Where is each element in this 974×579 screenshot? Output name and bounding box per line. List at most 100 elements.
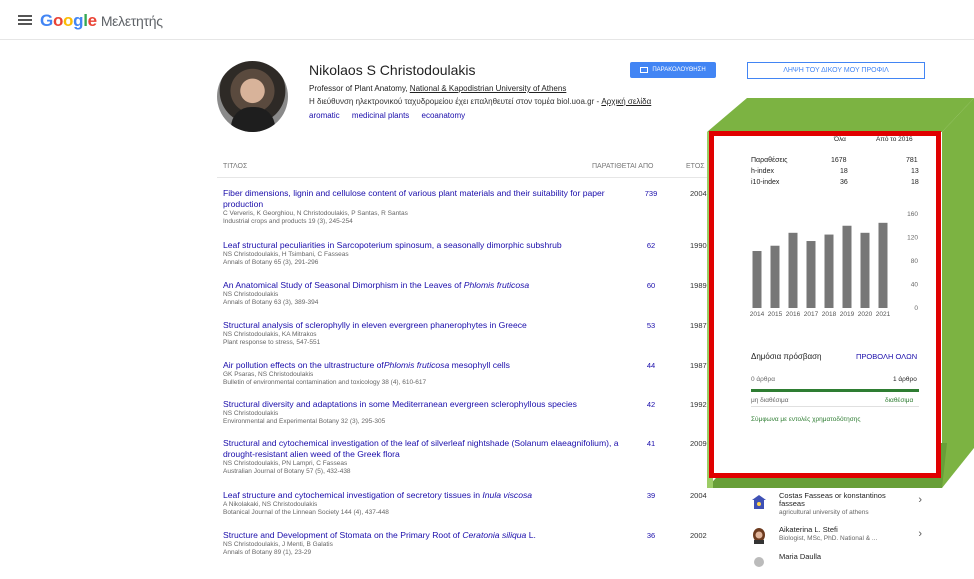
cited-by-count[interactable]: 53 bbox=[640, 321, 662, 330]
profile-name: Nikolaos S Christodoulakis bbox=[309, 62, 476, 78]
coauthor-name[interactable]: Costas Fasseas or konstantinos fasseas bbox=[779, 492, 899, 508]
publication-row: Structural and cytochemical investigatio… bbox=[223, 438, 633, 476]
access-progress-bar bbox=[751, 389, 919, 392]
publication-title-link[interactable]: Fiber dimensions, lignin and cellulose c… bbox=[223, 188, 633, 210]
stat-label[interactable]: i10-index bbox=[751, 179, 779, 186]
cited-by-count[interactable]: 62 bbox=[640, 241, 662, 250]
homepage-link[interactable]: Αρχική σελίδα bbox=[601, 97, 651, 106]
stat-label[interactable]: h-index bbox=[751, 168, 774, 175]
publication-authors: NS Christodoulakis, KA Mitrakos bbox=[223, 331, 317, 338]
cited-by-count[interactable]: 36 bbox=[640, 531, 662, 540]
tag-link[interactable]: medicinal plants bbox=[352, 111, 409, 120]
publication-title-link[interactable]: Structural and cytochemical investigatio… bbox=[223, 438, 633, 460]
publication-title-link[interactable]: Air pollution effects on the ultrastruct… bbox=[223, 360, 633, 371]
affiliation-link[interactable]: National & Kapodistrian University of At… bbox=[410, 84, 567, 93]
publication-authors: NS Christodoulakis, PN Lampri, C Fasseas bbox=[223, 460, 348, 467]
get-my-profile-button[interactable]: ΛΗΨΗ ΤΟΥ ΔΙΚΟΥ ΜΟΥ ΠΡΟΦΙΛ bbox=[747, 62, 925, 79]
x-tick-label: 2014 bbox=[750, 311, 765, 318]
publication-title-link[interactable]: Structural analysis of sclerophylly in e… bbox=[223, 320, 633, 331]
chart-bar[interactable] bbox=[878, 222, 888, 308]
y-tick-label: 80 bbox=[911, 258, 919, 265]
publication-journal: Annals of Botany 89 (1), 23-29 bbox=[223, 549, 312, 556]
cited-by-count[interactable]: 39 bbox=[640, 491, 662, 500]
publication-authors: NS Christodoulakis, J Menti, B Galatis bbox=[223, 541, 333, 548]
publication-year: 1990 bbox=[690, 241, 707, 250]
cited-by-count[interactable]: 739 bbox=[640, 189, 662, 198]
y-tick-label: 40 bbox=[911, 282, 919, 289]
citations-bar-chart: 2014 2015 2016 2017 2018 2019 2020 2021 160 120 80… bbox=[750, 211, 919, 318]
coauthor-name[interactable]: Maria Daulla bbox=[779, 553, 821, 561]
chevron-right-icon[interactable]: › bbox=[918, 528, 922, 540]
publication-year: 2002 bbox=[690, 531, 707, 540]
stat-value: 36 bbox=[840, 179, 848, 186]
hamburger-menu-icon[interactable] bbox=[18, 15, 32, 25]
x-tick-label: 2016 bbox=[786, 311, 801, 318]
column-header-cited[interactable]: ΠΑΡΑΤΙΘΕΤΑΙ ΑΠΟ bbox=[592, 163, 653, 170]
stat-value: 1678 bbox=[831, 157, 847, 164]
publication-year: 1989 bbox=[690, 281, 707, 290]
google-scholar-logo[interactable]: Google Μελετητής bbox=[40, 11, 163, 31]
coauthor-name[interactable]: Aikaterina L. Stefi bbox=[779, 526, 838, 534]
publication-row: Structural diversity and adaptations in … bbox=[223, 399, 633, 426]
publication-authors: C Ververis, K Georghiou, N Christodoulak… bbox=[223, 210, 408, 217]
publication-title-link[interactable]: Leaf structure and cytochemical investig… bbox=[223, 490, 633, 501]
public-access-title: Δημόσια πρόσβαση bbox=[751, 352, 822, 361]
coauthor-item[interactable]: Maria Daulla bbox=[752, 553, 922, 579]
view-all-link[interactable]: ΠΡΟΒΟΛΗ ΟΛΩΝ bbox=[856, 352, 917, 361]
cited-by-count[interactable]: 41 bbox=[640, 439, 662, 448]
x-tick-label: 2019 bbox=[840, 311, 855, 318]
publication-journal: Australian Journal of Botany 57 (5), 432… bbox=[223, 468, 351, 475]
y-tick-label: 120 bbox=[907, 235, 918, 242]
column-header-year[interactable]: ΕΤΟΣ bbox=[686, 163, 705, 170]
unavailable-count: 0 άρθρα bbox=[751, 376, 775, 383]
chevron-right-icon[interactable]: › bbox=[918, 494, 922, 506]
chart-bar[interactable] bbox=[806, 241, 816, 308]
publication-journal: Environmental and Experimental Botany 32… bbox=[223, 418, 386, 425]
chart-bar[interactable] bbox=[860, 232, 870, 308]
chart-bar[interactable] bbox=[752, 251, 762, 308]
stat-value: 13 bbox=[911, 168, 919, 175]
publication-year: 1992 bbox=[690, 400, 707, 409]
column-header-title[interactable]: ΤΙΤΛΟΣ bbox=[223, 163, 247, 170]
x-tick-label: 2020 bbox=[858, 311, 873, 318]
publication-year: 2009 bbox=[690, 439, 707, 448]
stat-value: 18 bbox=[911, 179, 919, 186]
profile-affiliation: Professor of Plant Anatomy, National & K… bbox=[309, 84, 567, 93]
publication-journal: Annals of Botany 65 (3), 291-296 bbox=[223, 259, 319, 266]
chart-bar[interactable] bbox=[824, 234, 834, 308]
cited-by-count[interactable]: 60 bbox=[640, 281, 662, 290]
top-bar: Google Μελετητής bbox=[0, 0, 974, 40]
publication-title-link[interactable]: Leaf structural peculiarities in Sarcopo… bbox=[223, 240, 633, 251]
cited-by-count[interactable]: 44 bbox=[640, 361, 662, 370]
unavailable-label[interactable]: μη διαθέσιμα bbox=[751, 397, 788, 404]
publication-title-link[interactable]: Structural diversity and adaptations in … bbox=[223, 399, 633, 410]
profile-email: Η διεύθυνση ηλεκτρονικού ταχυδρομείου έχ… bbox=[309, 97, 652, 106]
follow-button[interactable]: ΠΑΡΑΚΟΛΟΥΘΗΣΗ bbox=[630, 62, 716, 78]
coauthor-item[interactable]: Costas Fasseas or konstantinos fasseas a… bbox=[752, 492, 922, 518]
publication-year: 2004 bbox=[690, 189, 707, 198]
publication-title-link[interactable]: An Anatomical Study of Seasonal Dimorphi… bbox=[223, 280, 633, 291]
publication-title-link[interactable]: Structure and Development of Stomata on … bbox=[223, 530, 633, 541]
stats-col-since: Από το 2016 bbox=[876, 136, 913, 143]
publication-year: 1987 bbox=[690, 321, 707, 330]
tag-link[interactable]: ecoanatomy bbox=[422, 111, 466, 120]
chart-bar[interactable] bbox=[770, 245, 780, 308]
stat-value: 18 bbox=[840, 168, 848, 175]
chart-bar[interactable] bbox=[788, 232, 798, 308]
publication-row: An Anatomical Study of Seasonal Dimorphi… bbox=[223, 280, 633, 307]
chart-bar[interactable] bbox=[842, 225, 852, 308]
mandates-link[interactable]: Σύμφωνα με εντολές χρηματοδότησης bbox=[751, 416, 860, 423]
tag-link[interactable]: aromatic bbox=[309, 111, 340, 120]
stat-label[interactable]: Παραθέσεις bbox=[751, 157, 788, 164]
publication-row: Fiber dimensions, lignin and cellulose c… bbox=[223, 188, 633, 226]
publication-row: Structural analysis of sclerophylly in e… bbox=[223, 320, 633, 347]
publication-row: Leaf structural peculiarities in Sarcopo… bbox=[223, 240, 633, 267]
cited-by-count[interactable]: 42 bbox=[640, 400, 662, 409]
coauthor-item[interactable]: Aikaterina L. Stefi Biologist, MSc, PhD.… bbox=[752, 526, 922, 552]
x-tick-label: 2021 bbox=[876, 311, 891, 318]
available-label[interactable]: διαθέσιμα bbox=[885, 397, 913, 404]
product-name: Μελετητής bbox=[100, 13, 163, 29]
x-tick-label: 2018 bbox=[822, 311, 837, 318]
publication-authors: NS Christodoulakis, H Tsimbani, C Fassea… bbox=[223, 251, 349, 258]
coauthor-photo bbox=[753, 528, 765, 544]
